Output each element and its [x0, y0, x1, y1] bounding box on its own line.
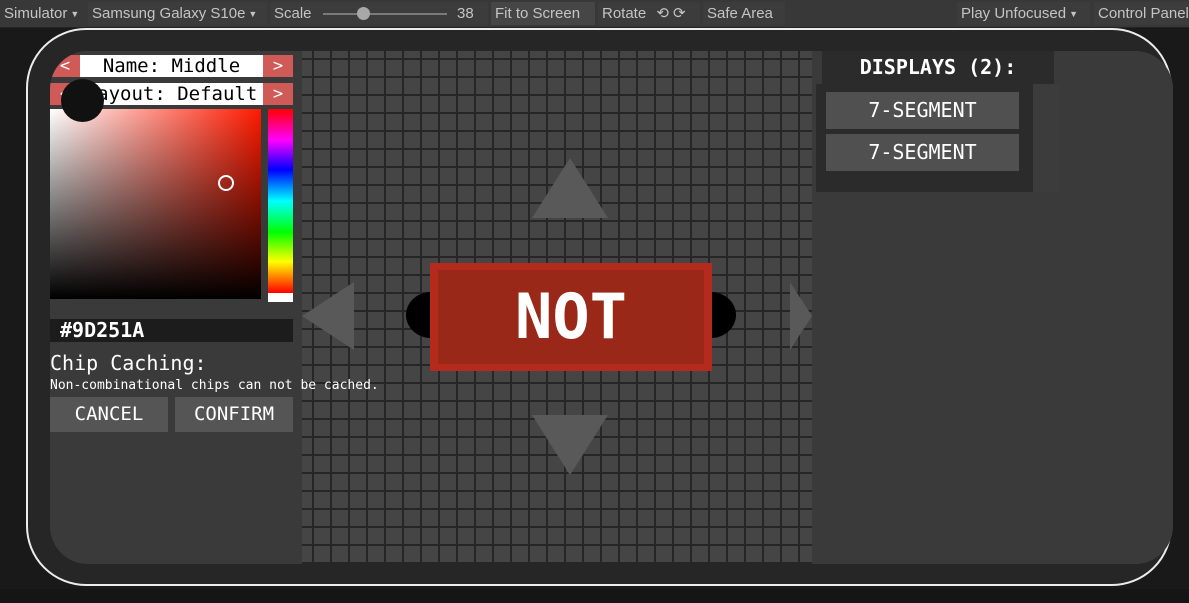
displays-panel: DISPLAYS (2): 7-SEGMENT 7-SEGMENT: [812, 51, 1173, 564]
touch-cursor-indicator: [61, 79, 104, 122]
device-screen: NOT < Name: Middle > < Layout: Default >…: [50, 51, 1173, 564]
chip-edit-panel: < Name: Middle > < Layout: Default > #9D…: [50, 51, 379, 564]
display-item-7-segment[interactable]: 7-SEGMENT: [826, 134, 1019, 171]
chevron-down-icon: ▼: [1069, 8, 1078, 19]
scale-slider-track[interactable]: [323, 13, 447, 15]
display-item-7-segment[interactable]: 7-SEGMENT: [826, 92, 1019, 129]
play-mode-dropdown[interactable]: Play Unfocused ▼: [957, 2, 1090, 25]
hue-slider[interactable]: [268, 109, 293, 293]
chip-caching-title: Chip Caching:: [50, 351, 207, 375]
pan-up-arrow[interactable]: [532, 158, 608, 218]
device-dropdown[interactable]: Samsung Galaxy S10e ▼: [88, 2, 267, 25]
cancel-button[interactable]: CANCEL: [50, 397, 168, 432]
safe-area-toggle[interactable]: Safe Area: [703, 2, 785, 25]
confirm-button[interactable]: CONFIRM: [175, 397, 293, 432]
pan-left-arrow[interactable]: [302, 282, 354, 350]
scale-slider-thumb[interactable]: [357, 7, 370, 20]
control-panel-button[interactable]: Control Panel: [1094, 2, 1189, 25]
rotate-left-icon[interactable]: ⟲: [656, 5, 669, 22]
scale-value: 38: [457, 5, 474, 22]
device-dropdown-label: Samsung Galaxy S10e: [92, 5, 246, 22]
chip-caching-note: Non-combinational chips can not be cache…: [50, 378, 379, 393]
simulator-dropdown[interactable]: Simulator ▼: [0, 2, 84, 25]
chip-label: NOT: [515, 280, 627, 353]
hex-color-input[interactable]: #9D251A: [50, 319, 293, 342]
displays-title: DISPLAYS (2):: [822, 51, 1054, 84]
chevron-down-icon: ▼: [248, 8, 258, 19]
pan-right-arrow[interactable]: [790, 282, 812, 350]
fit-to-screen-button[interactable]: Fit to Screen: [491, 2, 595, 25]
displays-list: 7-SEGMENT 7-SEGMENT: [816, 84, 1059, 192]
chip-body[interactable]: NOT: [430, 263, 712, 371]
name-row: < Name: Middle >: [50, 55, 293, 77]
layout-label: Layout: Default: [80, 83, 263, 105]
name-label: Name: Middle: [80, 55, 263, 77]
simulator-toolbar: Simulator ▼ Samsung Galaxy S10e ▼ Scale 38…: [0, 0, 1189, 28]
name-prev-button[interactable]: <: [50, 55, 80, 77]
pan-down-arrow[interactable]: [532, 415, 608, 475]
hue-slider-end: [268, 293, 293, 302]
layout-next-button[interactable]: >: [263, 83, 293, 105]
chevron-down-icon: ▼: [70, 8, 80, 19]
play-mode-label: Play Unfocused: [961, 5, 1067, 22]
simulator-dropdown-label: Simulator: [4, 5, 68, 22]
color-picker-handle[interactable]: [218, 175, 234, 191]
rotate-group: Rotate ⟲ ⟳: [598, 2, 700, 25]
displays-scrollbar[interactable]: [1033, 84, 1059, 192]
status-bar: [0, 589, 1189, 603]
color-saturation-picker[interactable]: [50, 109, 261, 299]
name-next-button[interactable]: >: [263, 55, 293, 77]
rotate-right-icon[interactable]: ⟳: [673, 5, 686, 22]
rotate-label: Rotate: [602, 5, 647, 22]
scale-label: Scale: [274, 5, 312, 22]
